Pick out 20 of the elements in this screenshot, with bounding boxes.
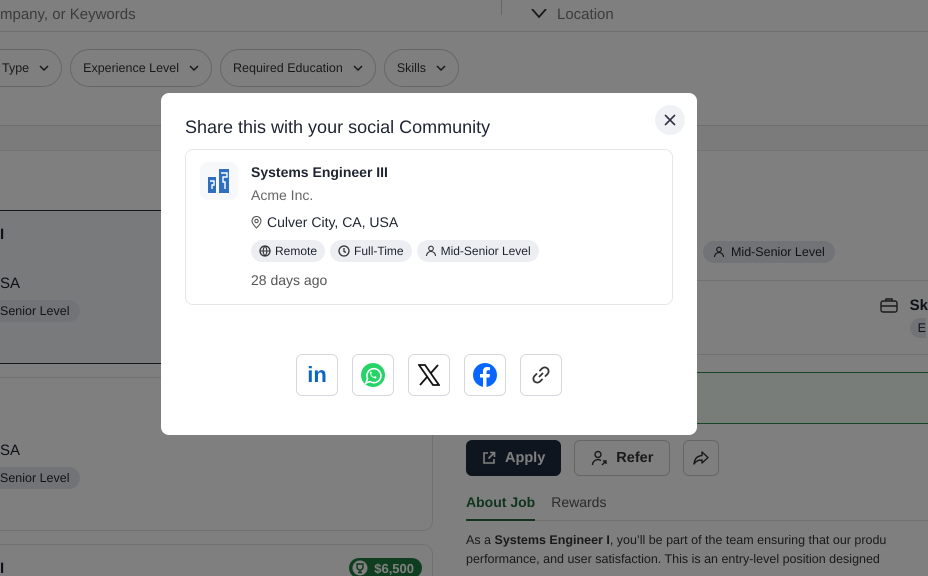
job-tag: Full-Time [330,240,412,262]
job-description-line: As a Systems Engineer I, you’ll be part of the team ensuring that our produ [466,532,888,549]
job-title: I [0,560,4,576]
level-tag: Mid-Senior Level [703,241,835,263]
level-tag: Senior Level [0,467,80,489]
company-name: Acme Inc. [251,187,314,203]
job-location: SA [0,442,20,459]
skills-heading: Sk [910,297,928,314]
job-description-line: performance, and user satisfaction. This is an entry-level position designed [466,551,881,568]
job-title: I [0,226,4,242]
job-tag: Remote [251,240,326,262]
posted-time: 28 days ago [251,272,328,288]
job-location: Culver City, CA, USA [267,214,398,230]
job-title: Systems Engineer III [251,164,389,180]
job-location: SA [0,275,20,292]
reward-badge: $6,500 [349,558,422,576]
skill-tag: E [910,318,926,338]
dialog-title: Share this with your social Community [185,117,490,138]
job-tag: Mid-Senior Level [416,240,539,262]
level-tag: Senior Level [0,300,80,322]
